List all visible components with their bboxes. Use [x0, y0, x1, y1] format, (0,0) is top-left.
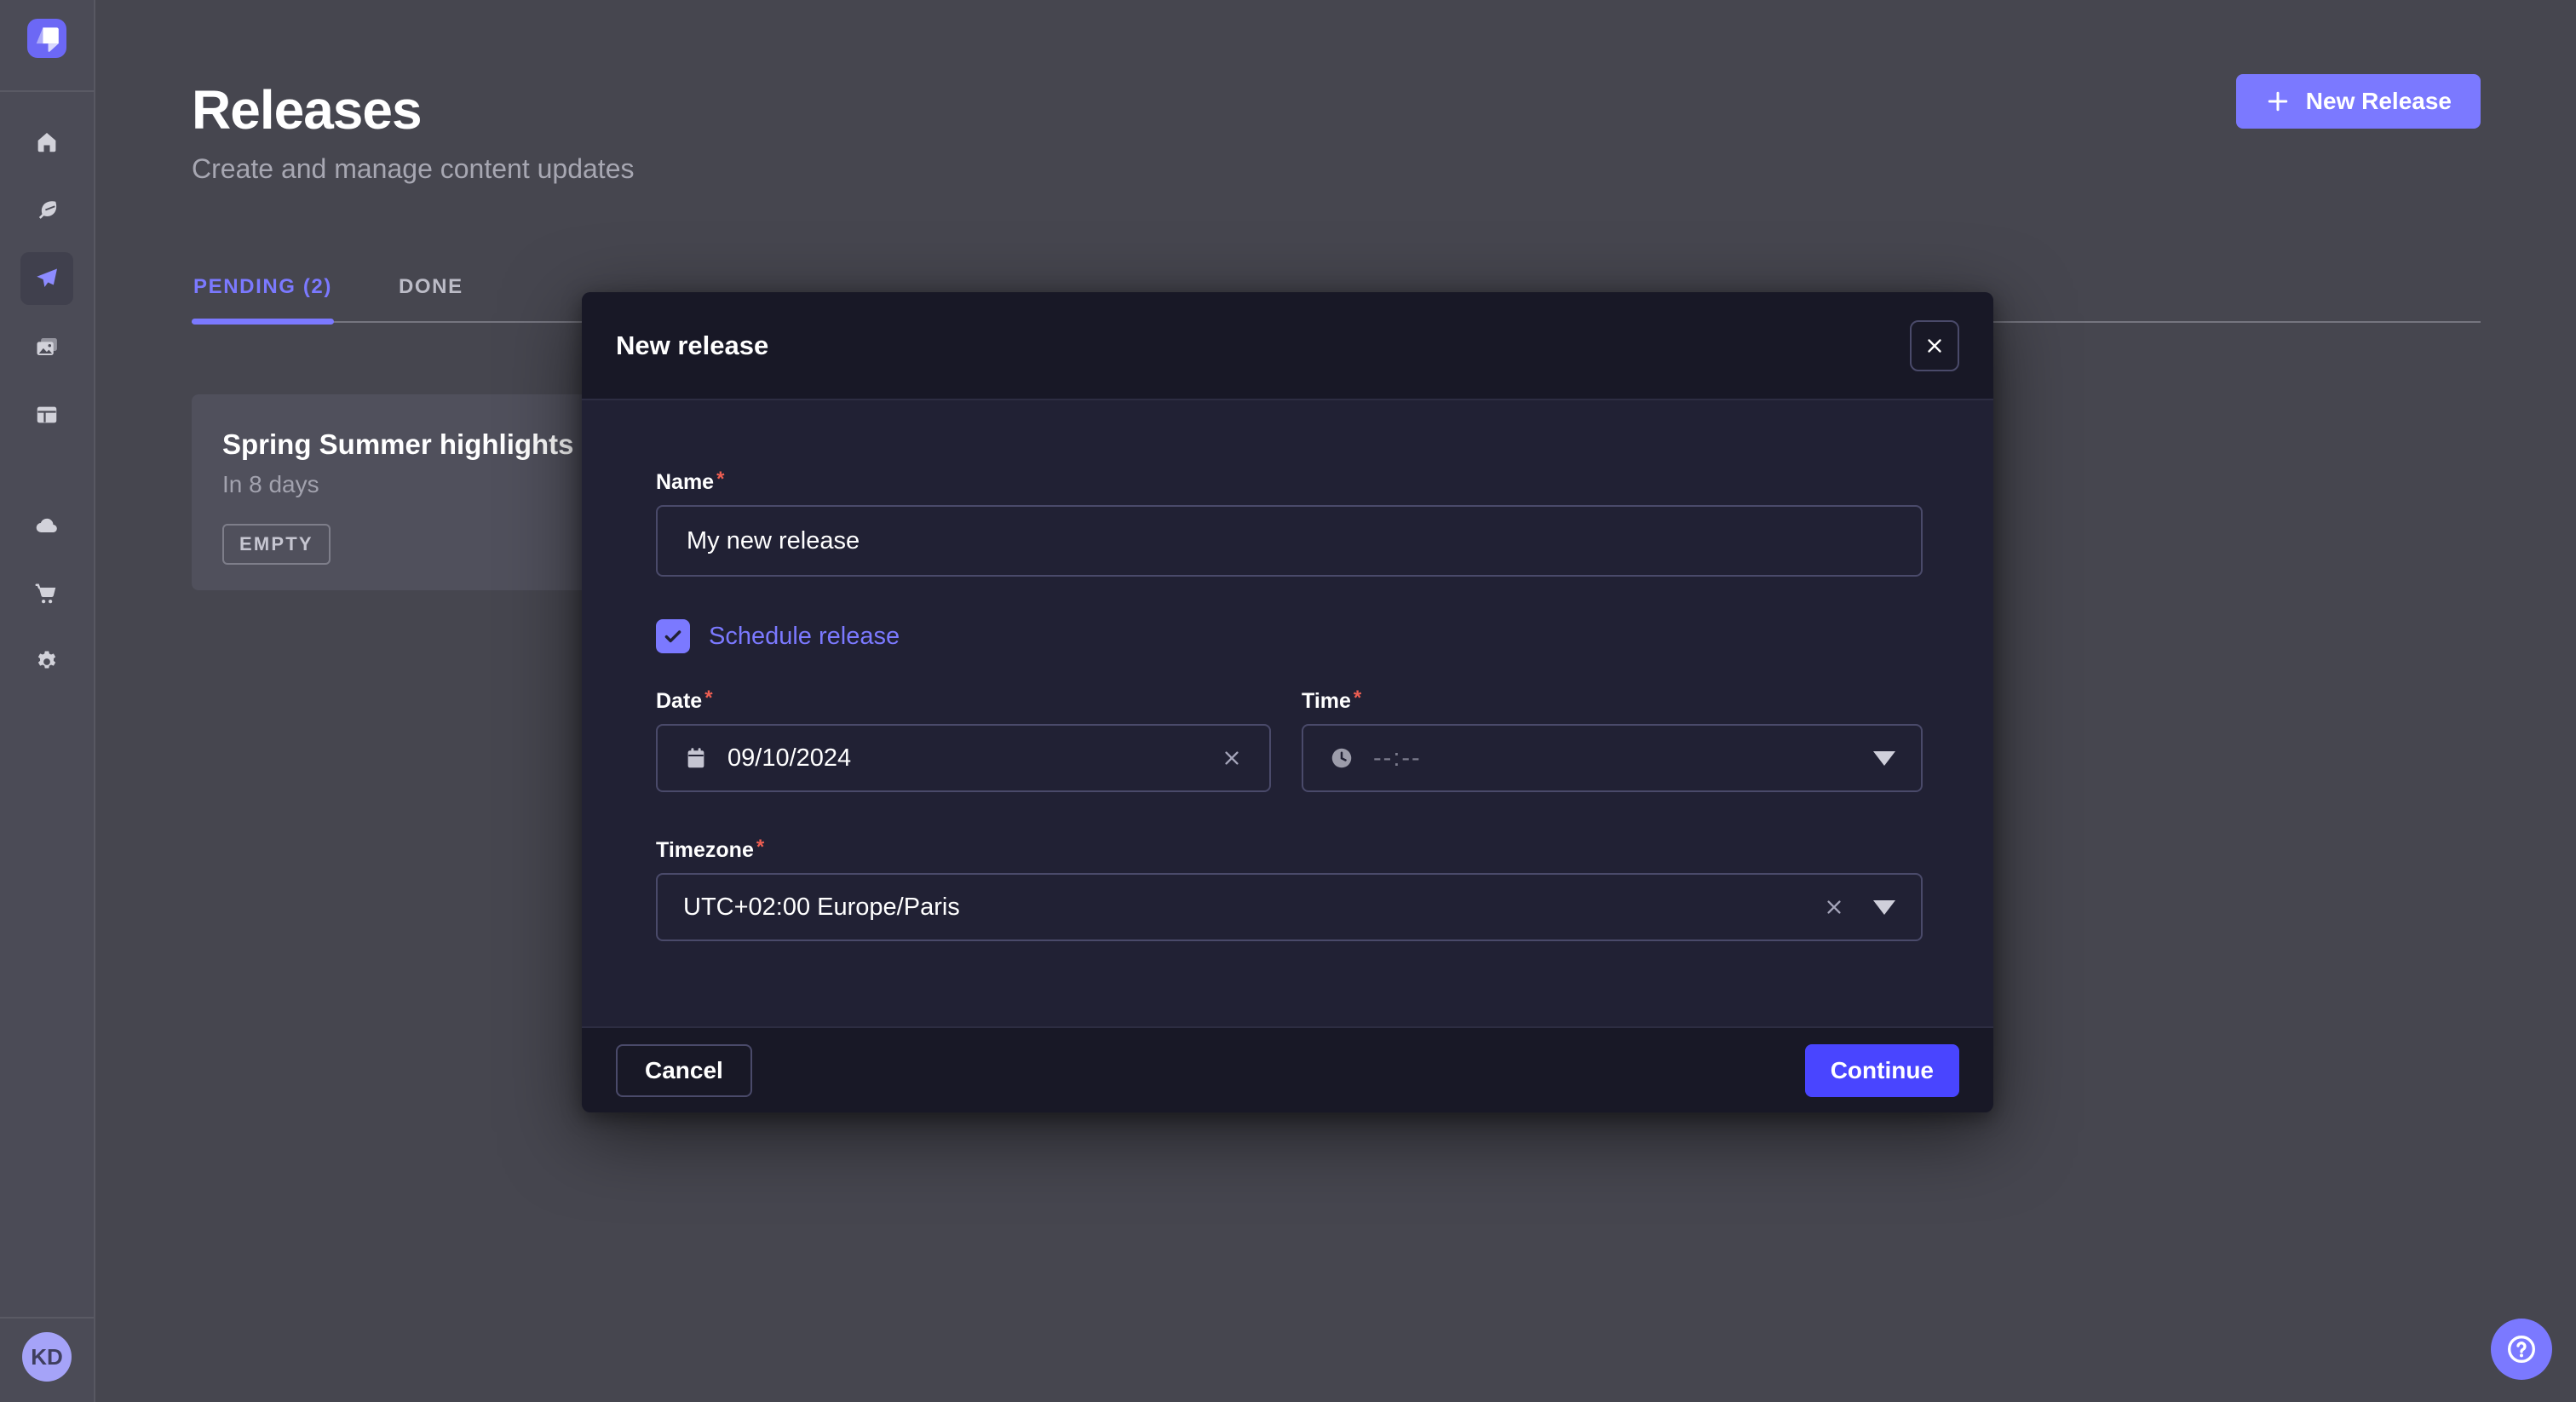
sidebar-item-content-type-builder[interactable] — [20, 388, 73, 441]
strapi-logo[interactable] — [27, 19, 66, 58]
sidebar-item-media-library[interactable] — [20, 320, 73, 373]
page-title: Releases — [192, 78, 2481, 141]
new-release-modal: New release Name* — [582, 292, 1993, 1112]
required-asterisk: * — [756, 836, 764, 859]
sidebar-item-cloud[interactable] — [20, 499, 73, 552]
question-icon — [2504, 1332, 2539, 1366]
required-asterisk: * — [716, 468, 724, 491]
modal-title: New release — [616, 330, 768, 361]
release-card-status-badge: EMPTY — [222, 524, 331, 565]
tab-done[interactable]: DONE — [397, 275, 465, 321]
sidebar-nav — [20, 116, 73, 688]
sidebar-footer: KD — [0, 1317, 94, 1402]
time-label: Time* — [1302, 689, 1923, 714]
timezone-value: UTC+02:00 Europe/Paris — [683, 893, 960, 922]
timezone-chevron-down-icon[interactable] — [1873, 900, 1895, 915]
modal-footer: Cancel Continue — [582, 1026, 1993, 1112]
sidebar-divider — [0, 90, 95, 92]
date-label: Date* — [656, 689, 1271, 714]
window-icon — [34, 402, 60, 428]
new-release-button[interactable]: New Release — [2236, 74, 2481, 129]
name-input[interactable] — [683, 527, 1895, 555]
timezone-input[interactable]: UTC+02:00 Europe/Paris — [656, 873, 1923, 941]
paper-plane-icon — [34, 266, 60, 291]
feather-icon — [34, 198, 60, 223]
schedule-release-row: Schedule release — [656, 619, 1923, 653]
date-input[interactable]: 09/10/2024 — [656, 724, 1271, 792]
modal-header: New release — [582, 292, 1993, 400]
new-release-label: New Release — [2306, 88, 2452, 115]
timezone-field: Timezone* UTC+02:00 Europe/Paris — [656, 838, 1923, 941]
modal-body: Name* Schedule release Date* — [582, 400, 1993, 1026]
name-label: Name* — [656, 470, 1923, 495]
time-placeholder: --:-- — [1373, 744, 1422, 773]
tab-pending[interactable]: PENDING (2) — [192, 275, 334, 321]
time-field: Time* --:-- — [1302, 689, 1923, 792]
continue-button[interactable]: Continue — [1805, 1044, 1959, 1097]
plus-icon — [2265, 89, 2291, 114]
images-icon — [34, 334, 60, 359]
sidebar-footer-divider — [0, 1317, 94, 1319]
home-icon — [34, 129, 60, 155]
schedule-release-checkbox[interactable] — [656, 619, 690, 653]
time-input[interactable]: --:-- — [1302, 724, 1923, 792]
page-header: Releases Create and manage content updat… — [95, 0, 2576, 185]
modal-close-button[interactable] — [1910, 320, 1959, 371]
clock-icon — [1329, 745, 1354, 771]
date-value: 09/10/2024 — [727, 744, 851, 773]
close-icon — [1923, 335, 1946, 357]
cloud-icon — [34, 513, 60, 538]
app-root: KD Releases Create and manage content up… — [0, 0, 2576, 1402]
name-input-wrapper — [656, 505, 1923, 577]
date-clear-icon[interactable] — [1220, 746, 1244, 770]
required-asterisk: * — [704, 687, 712, 710]
strapi-logo-icon — [27, 19, 66, 58]
cancel-button[interactable]: Cancel — [616, 1044, 752, 1097]
check-icon — [662, 625, 684, 647]
page-subtitle: Create and manage content updates — [192, 153, 2481, 185]
time-chevron-down-icon[interactable] — [1873, 751, 1895, 766]
calendar-icon — [683, 745, 709, 771]
date-time-row: Date* 09/10/2024 — [656, 689, 1923, 792]
gear-icon — [34, 649, 60, 675]
avatar[interactable]: KD — [22, 1332, 72, 1382]
name-field: Name* — [656, 470, 1923, 577]
sidebar: KD — [0, 0, 95, 1402]
sidebar-item-marketplace[interactable] — [20, 567, 73, 620]
required-asterisk: * — [1354, 687, 1361, 710]
sidebar-item-settings[interactable] — [20, 635, 73, 688]
sidebar-item-releases[interactable] — [20, 252, 73, 305]
help-button[interactable] — [2491, 1319, 2552, 1380]
sidebar-item-content-manager[interactable] — [20, 184, 73, 237]
sidebar-item-home[interactable] — [20, 116, 73, 169]
date-field: Date* 09/10/2024 — [656, 689, 1271, 792]
timezone-clear-icon[interactable] — [1822, 895, 1846, 919]
cart-icon — [34, 581, 60, 606]
schedule-release-label[interactable]: Schedule release — [709, 623, 900, 651]
timezone-label: Timezone* — [656, 838, 1923, 863]
